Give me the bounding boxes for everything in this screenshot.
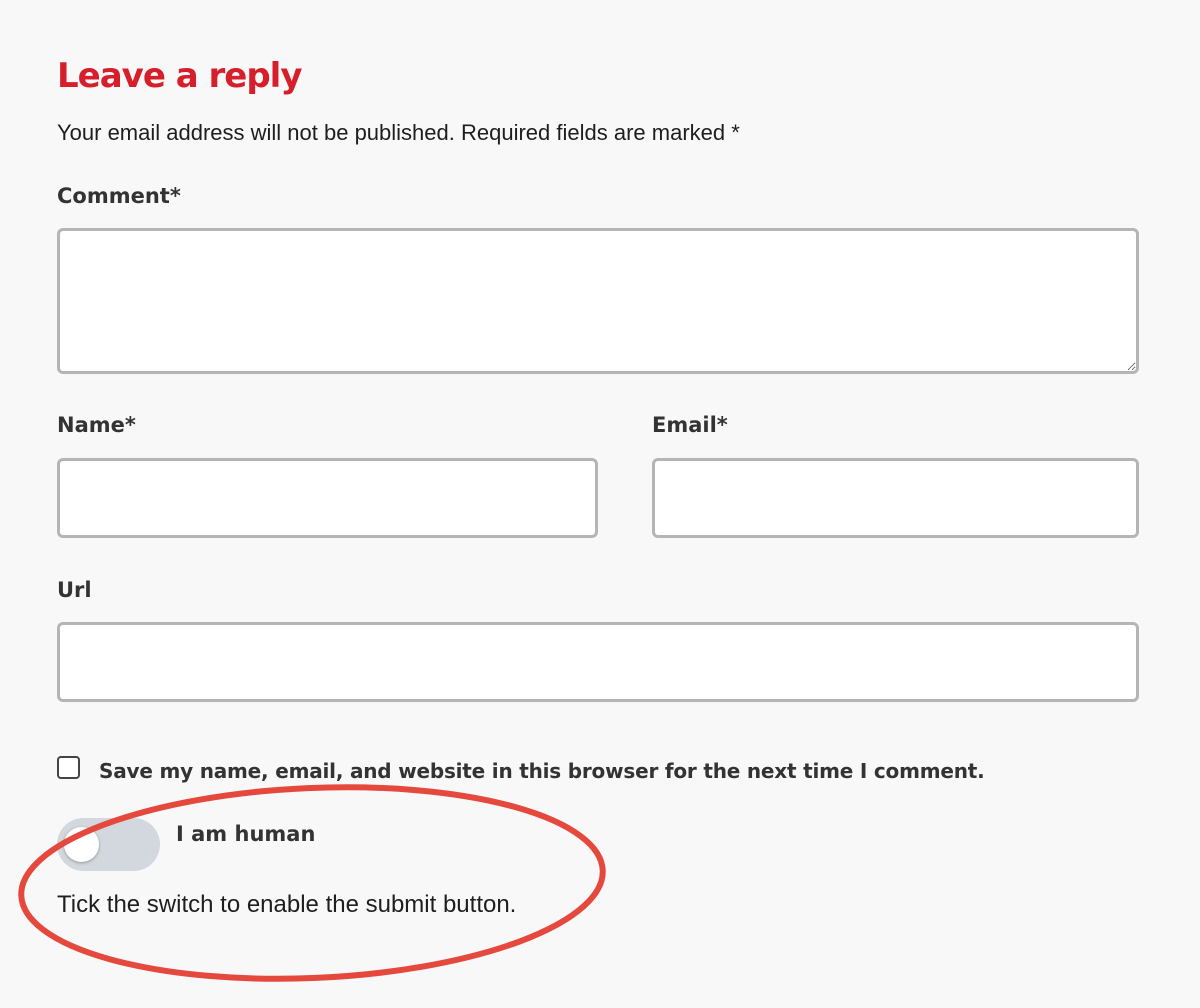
comment-textarea[interactable] — [57, 228, 1139, 374]
url-label: Url — [57, 578, 92, 602]
url-field[interactable] — [57, 622, 1139, 702]
comment-label: Comment* — [57, 184, 181, 208]
reply-heading: Leave a reply — [57, 56, 302, 96]
name-label: Name* — [57, 413, 136, 437]
toggle-knob — [64, 827, 99, 862]
name-field[interactable] — [57, 458, 598, 538]
submit-hint-text: Tick the switch to enable the submit but… — [57, 891, 517, 918]
save-info-label[interactable]: Save my name, email, and website in this… — [99, 757, 985, 785]
highlight-ellipse — [18, 784, 606, 982]
required-fields-notice: Your email address will not be published… — [57, 120, 740, 145]
email-field[interactable] — [652, 458, 1139, 538]
email-label: Email* — [652, 413, 728, 437]
save-info-checkbox[interactable] — [57, 756, 80, 779]
human-toggle-switch[interactable] — [57, 818, 160, 871]
human-toggle-label[interactable]: I am human — [176, 820, 315, 848]
